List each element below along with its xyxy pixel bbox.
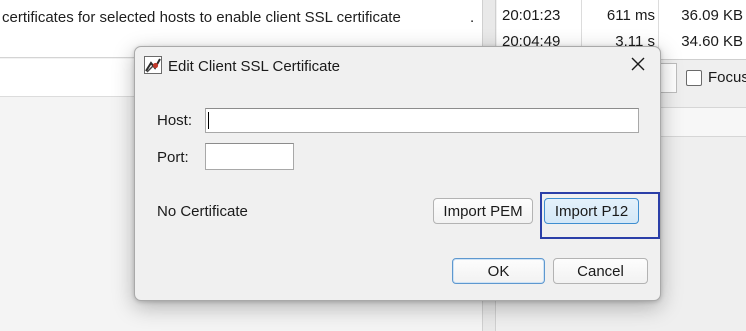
focus-checkbox[interactable] [686, 70, 702, 86]
edit-client-ssl-certificate-dialog: Edit Client SSL Certificate Host: Port: … [134, 46, 661, 301]
import-pem-button[interactable]: Import PEM [433, 198, 533, 224]
request-size: 34.60 KB [681, 33, 743, 50]
background-description-text: certificates for selected hosts to enabl… [2, 9, 401, 26]
host-input[interactable] [205, 108, 639, 133]
close-button[interactable] [625, 54, 651, 78]
dialog-title: Edit Client SSL Certificate [168, 58, 341, 75]
background-description-dot: . [470, 9, 475, 26]
close-icon [631, 57, 645, 75]
certificate-status: No Certificate [157, 203, 248, 220]
column-divider [658, 0, 659, 52]
port-input[interactable] [205, 143, 294, 170]
cancel-button[interactable]: Cancel [553, 258, 648, 284]
port-label: Port: [157, 149, 189, 166]
dialog-titlebar[interactable]: Edit Client SSL Certificate [135, 47, 660, 85]
table-column-separators [497, 0, 746, 52]
host-label: Host: [157, 112, 193, 129]
text-caret [208, 112, 209, 129]
app-logo-icon [144, 56, 162, 74]
column-divider [581, 0, 582, 52]
ok-button[interactable]: OK [452, 258, 545, 284]
import-p12-button[interactable]: Import P12 [544, 198, 639, 224]
focus-checkbox-label: Focus [708, 69, 746, 86]
